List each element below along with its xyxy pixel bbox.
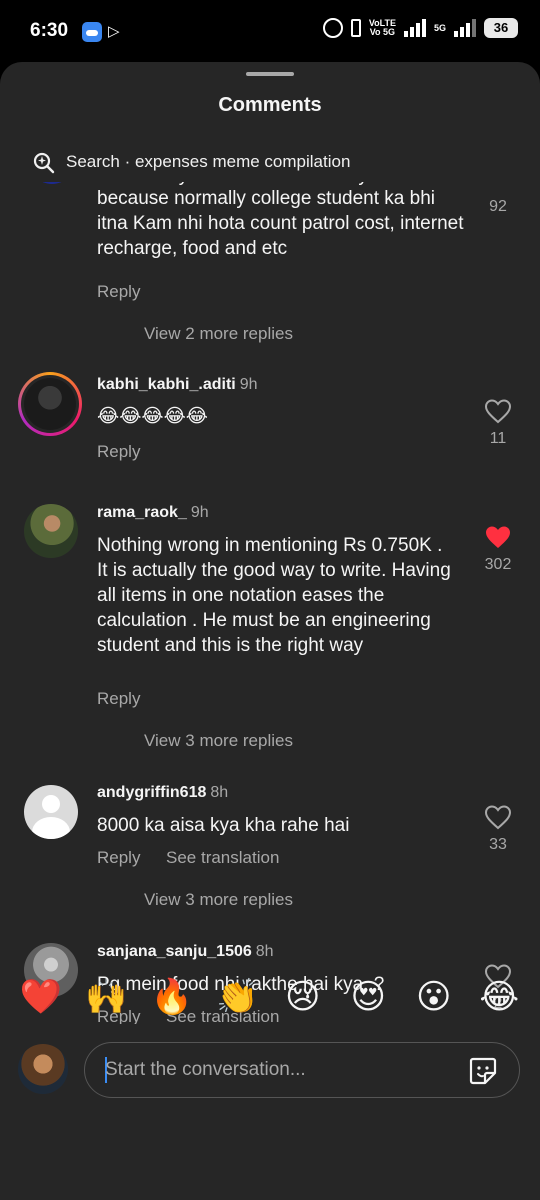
signal-icon-2 bbox=[454, 19, 476, 37]
heart-outline-icon[interactable] bbox=[484, 804, 512, 830]
sheet-title: Comments bbox=[218, 94, 322, 116]
heart-filled-icon[interactable] bbox=[484, 524, 512, 550]
see-translation-button[interactable]: See translation bbox=[166, 848, 279, 868]
status-icons: VoLTE Vo 5G 5G 36 bbox=[322, 18, 518, 38]
drag-handle[interactable] bbox=[246, 72, 294, 76]
comment-list: It's true if you are bellow 20 only then… bbox=[0, 174, 540, 1024]
username[interactable]: kabhi_kabhi_.aditi bbox=[97, 376, 236, 393]
heart-outline-icon[interactable] bbox=[484, 398, 512, 424]
vibrate-icon bbox=[350, 19, 361, 37]
reaction-fire-button[interactable]: 🔥 bbox=[150, 975, 194, 1019]
username[interactable]: andygriffin618 bbox=[97, 784, 206, 801]
comment-composer bbox=[84, 1042, 520, 1098]
status-time: 6:30 bbox=[30, 20, 69, 41]
username[interactable]: sanjana_sanju_1506 bbox=[97, 943, 252, 960]
status-bar: 6:30 ▷ VoLTE Vo 5G 5G 36 bbox=[0, 0, 540, 62]
comment-text: 8000 ka aisa kya kha rahe hai bbox=[97, 815, 350, 836]
weather-app-icon bbox=[82, 22, 102, 42]
reply-button[interactable]: Reply bbox=[97, 848, 140, 868]
play-store-icon: ▷ bbox=[108, 23, 120, 40]
comment-text: Nothing wrong in mentioning Rs 0.750K . … bbox=[97, 535, 451, 656]
quick-reactions-bar: ❤️ 🙌 🔥 👏 😢 😍 😮 😂 bbox=[0, 962, 540, 1032]
reaction-heart-button[interactable]: ❤️ bbox=[19, 975, 63, 1019]
reply-button[interactable]: Reply bbox=[97, 282, 140, 302]
alarm-icon bbox=[322, 18, 343, 38]
comment-header: sanjana_sanju_1506 8h bbox=[97, 943, 274, 961]
like-count: 11 bbox=[489, 430, 507, 447]
reaction-crying-button[interactable]: 😢 bbox=[281, 975, 325, 1019]
view-more-replies-button[interactable]: View 2 more replies bbox=[144, 324, 293, 344]
signal-icon bbox=[403, 19, 426, 37]
comment-text: because normally college student ka bhi … bbox=[97, 188, 464, 259]
like-count: 302 bbox=[484, 556, 512, 573]
view-more-replies-button[interactable]: View 3 more replies bbox=[144, 890, 293, 910]
like-count: 33 bbox=[489, 836, 507, 853]
comment-time: 8h bbox=[210, 784, 229, 801]
network-type-label: 5G bbox=[433, 22, 446, 33]
comment-time: 9h bbox=[190, 504, 209, 521]
comment-header: andygriffin618 8h bbox=[97, 784, 228, 802]
reaction-clap-button[interactable]: 👏 bbox=[215, 975, 259, 1019]
navigation-bar-area bbox=[0, 1138, 540, 1200]
reaction-laughing-button[interactable]: 😂 bbox=[477, 975, 521, 1019]
reply-button[interactable]: Reply bbox=[97, 689, 140, 709]
comment-header: kabhi_kabhi_.aditi 9h bbox=[97, 376, 258, 394]
current-user-avatar bbox=[18, 1044, 68, 1094]
reaction-heart-eyes-button[interactable]: 😍 bbox=[346, 975, 390, 1019]
volte-label: VoLTE Vo 5G bbox=[368, 18, 396, 37]
view-more-replies-button[interactable]: View 3 more replies bbox=[144, 731, 293, 751]
comment-text: 😂😂😂😂😂 bbox=[97, 405, 209, 427]
reaction-surprised-button[interactable]: 😮 bbox=[412, 975, 456, 1019]
avatar[interactable] bbox=[24, 504, 78, 558]
sticker-icon[interactable] bbox=[467, 1055, 499, 1087]
reaction-raised-hands-button[interactable]: 🙌 bbox=[84, 975, 128, 1019]
avatar[interactable] bbox=[24, 785, 78, 839]
search-suggestion[interactable]: Search · expenses meme compilation bbox=[0, 144, 540, 182]
avatar[interactable] bbox=[18, 372, 82, 436]
reply-button[interactable]: Reply bbox=[97, 442, 140, 462]
like-count: 92 bbox=[489, 198, 507, 215]
battery-indicator: 36 bbox=[484, 18, 518, 38]
comment-time: 8h bbox=[255, 943, 274, 960]
search-suggestion-label: Search · expenses meme compilation bbox=[66, 152, 351, 171]
search-sparkle-icon bbox=[33, 152, 55, 174]
comment-header: rama_raok_ 9h bbox=[97, 504, 209, 522]
username[interactable]: rama_raok_ bbox=[97, 504, 187, 521]
comment-time: 9h bbox=[239, 376, 258, 393]
comment-input[interactable] bbox=[105, 1055, 445, 1085]
